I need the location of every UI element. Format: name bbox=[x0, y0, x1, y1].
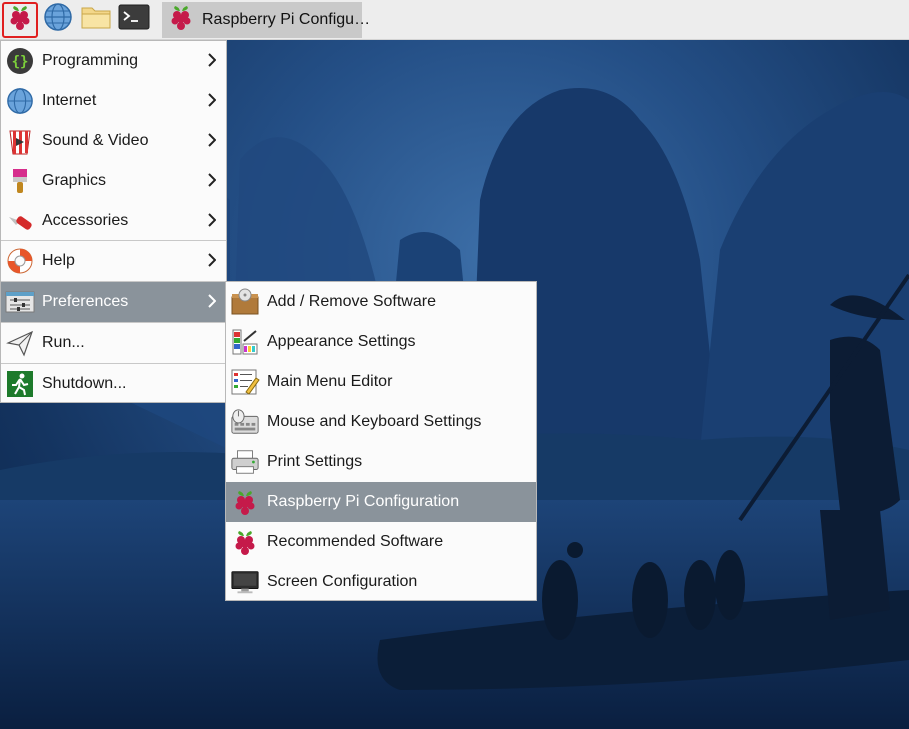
chevron-right-icon bbox=[208, 53, 216, 67]
code-braces-icon: {} bbox=[5, 46, 35, 76]
submenu-item-main-menu-editor[interactable]: Main Menu Editor bbox=[226, 362, 536, 402]
chevron-right-icon bbox=[208, 253, 216, 267]
chevron-right-icon bbox=[208, 294, 216, 308]
submenu-item-label: Recommended Software bbox=[267, 533, 444, 550]
chevron-right-icon bbox=[208, 213, 216, 227]
raspberry-icon bbox=[7, 3, 33, 36]
menu-item-sound-video[interactable]: Sound & Video bbox=[1, 121, 226, 161]
chevron-right-icon bbox=[208, 173, 216, 187]
menu-item-label: Help bbox=[42, 252, 75, 269]
menu-item-internet[interactable]: Internet bbox=[1, 81, 226, 121]
file-manager-launcher[interactable] bbox=[78, 2, 114, 38]
menu-item-help[interactable]: Help bbox=[1, 241, 226, 281]
terminal-launcher[interactable] bbox=[116, 2, 152, 38]
submenu-item-mouse-keyboard-settings[interactable]: Mouse and Keyboard Settings bbox=[226, 402, 536, 442]
submenu-item-appearance-settings[interactable]: Appearance Settings bbox=[226, 322, 536, 362]
menu-item-programming[interactable]: {} Programming bbox=[1, 41, 226, 81]
palette-icon bbox=[230, 327, 260, 357]
menu-item-label: Programming bbox=[42, 52, 139, 69]
menu-item-shutdown[interactable]: Shutdown... bbox=[1, 364, 226, 404]
submenu-item-screen-configuration[interactable]: Screen Configuration bbox=[226, 562, 536, 602]
paper-plane-icon bbox=[5, 328, 35, 358]
menu-item-label: Preferences bbox=[42, 293, 129, 310]
taskbar: Raspberry Pi Configu… bbox=[0, 0, 909, 40]
submenu-item-label: Main Menu Editor bbox=[267, 373, 393, 390]
multitool-icon bbox=[5, 206, 35, 236]
monitor-icon bbox=[230, 567, 260, 597]
submenu-item-recommended-software[interactable]: Recommended Software bbox=[226, 522, 536, 562]
submenu-item-label: Appearance Settings bbox=[267, 333, 416, 350]
submenu-item-add-remove-software[interactable]: Add / Remove Software bbox=[226, 282, 536, 322]
exit-icon bbox=[5, 369, 35, 399]
taskbar-window-label: Raspberry Pi Configu… bbox=[202, 10, 371, 28]
raspberry-icon bbox=[230, 527, 260, 557]
submenu-item-label: Add / Remove Software bbox=[267, 293, 436, 310]
folder-icon bbox=[80, 3, 112, 36]
chevron-right-icon bbox=[208, 133, 216, 147]
raspberry-menu-button[interactable] bbox=[2, 1, 38, 38]
menu-item-label: Graphics bbox=[42, 172, 107, 189]
chevron-right-icon bbox=[208, 93, 216, 107]
raspberry-icon bbox=[230, 487, 260, 517]
menu-item-label: Run... bbox=[42, 334, 85, 351]
printer-icon bbox=[230, 447, 260, 477]
terminal-icon bbox=[118, 3, 150, 36]
menu-item-label: Sound & Video bbox=[42, 132, 149, 149]
submenu-item-label: Mouse and Keyboard Settings bbox=[267, 413, 482, 430]
popcorn-play-icon bbox=[5, 126, 35, 156]
globe-icon bbox=[43, 2, 73, 37]
menu-item-preferences[interactable]: Preferences bbox=[1, 282, 226, 322]
submenu-item-raspberry-pi-configuration[interactable]: Raspberry Pi Configuration bbox=[226, 482, 536, 522]
menu-item-run[interactable]: Run... bbox=[1, 323, 226, 363]
menu-item-label: Internet bbox=[42, 92, 97, 109]
globe-icon bbox=[5, 86, 35, 116]
menu-edit-icon bbox=[230, 367, 260, 397]
submenu-item-label: Raspberry Pi Configuration bbox=[267, 493, 460, 510]
submenu-item-label: Screen Configuration bbox=[267, 573, 418, 590]
menu-item-label: Shutdown... bbox=[42, 375, 127, 392]
taskbar-window-raspi-config[interactable]: Raspberry Pi Configu… bbox=[162, 1, 370, 38]
mouse-keyboard-icon bbox=[230, 407, 260, 437]
web-browser-launcher[interactable] bbox=[40, 2, 76, 38]
paintbrush-icon bbox=[5, 166, 35, 196]
lifebuoy-icon bbox=[5, 246, 35, 276]
menu-item-graphics[interactable]: Graphics bbox=[1, 161, 226, 201]
submenu-item-print-settings[interactable]: Print Settings bbox=[226, 442, 536, 482]
sliders-icon bbox=[5, 287, 35, 317]
preferences-submenu: Add / Remove Software Appearance Setting… bbox=[225, 281, 537, 601]
menu-item-accessories[interactable]: Accessories bbox=[1, 201, 226, 241]
raspberry-icon bbox=[168, 3, 194, 36]
package-icon bbox=[230, 287, 260, 317]
submenu-item-label: Print Settings bbox=[267, 453, 363, 470]
menu-item-label: Accessories bbox=[42, 212, 129, 229]
svg-text:{}: {} bbox=[12, 54, 29, 70]
main-menu: {} Programming Internet Sound & Video Gr… bbox=[0, 40, 227, 403]
